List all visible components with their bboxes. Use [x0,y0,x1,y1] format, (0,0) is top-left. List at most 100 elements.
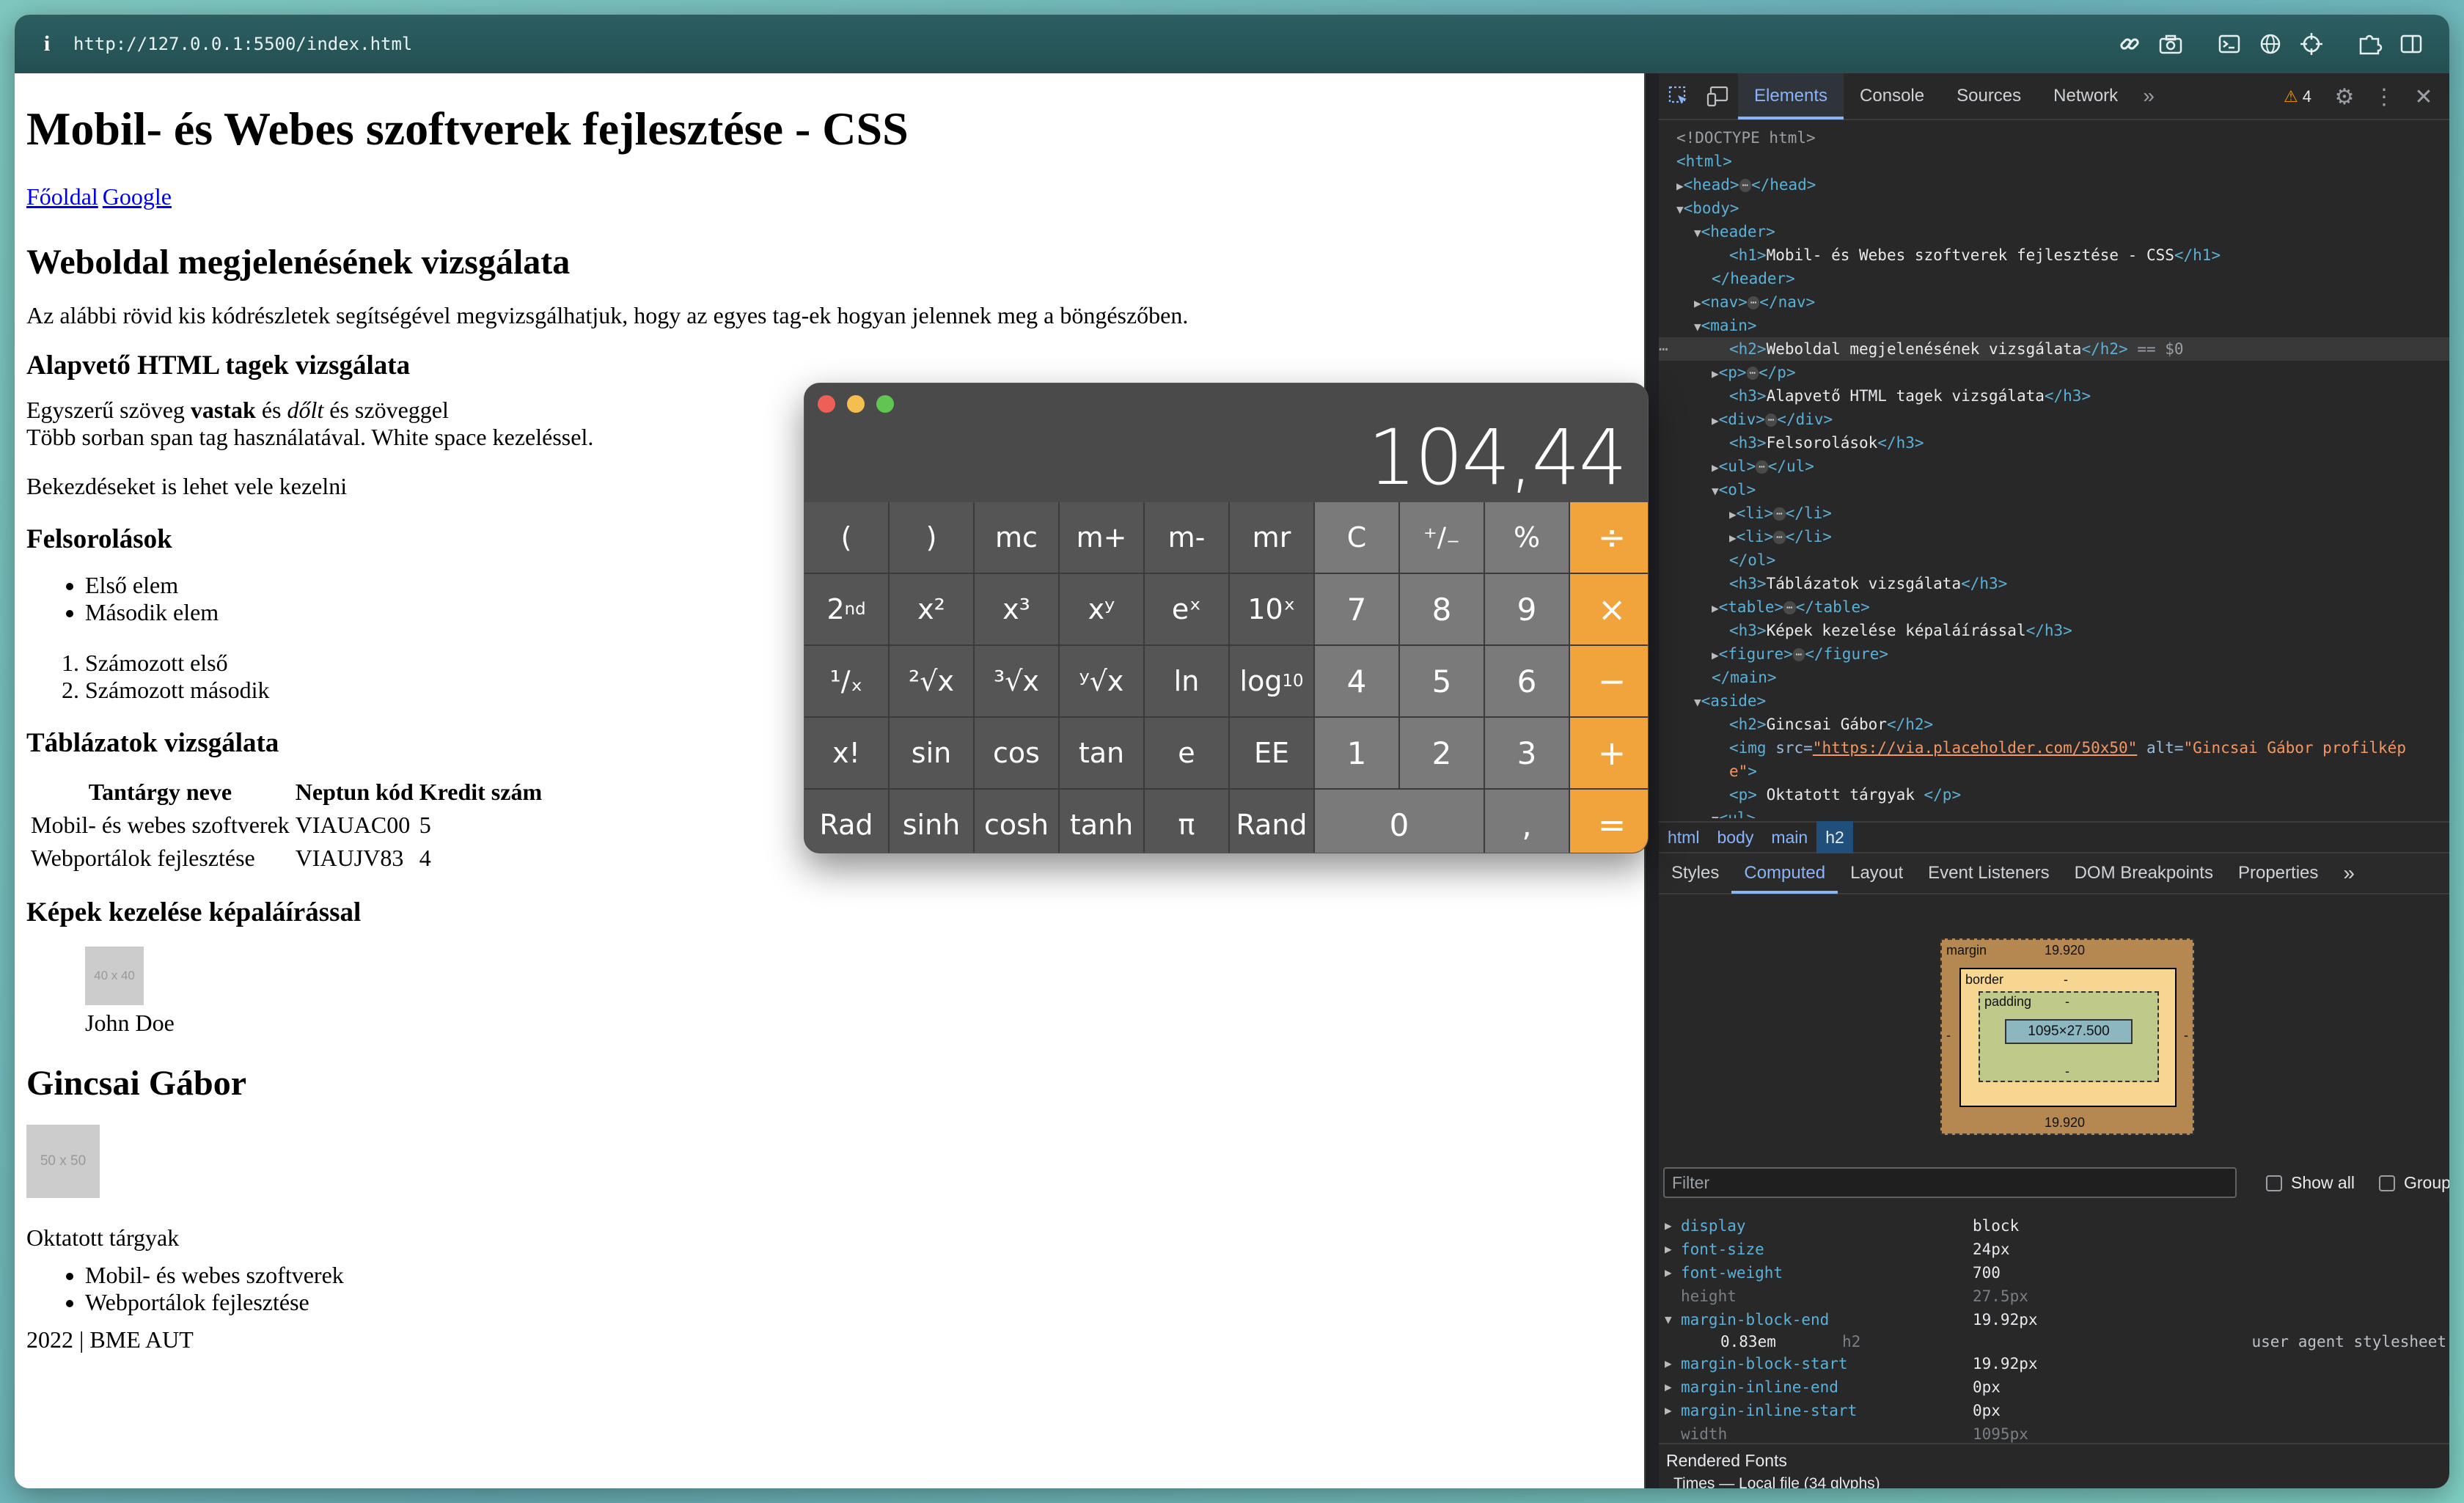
dom-node[interactable]: ▶<nav> ⋯ </nav> [1659,290,2449,314]
box-model-padding[interactable]: padding - - 1095×27.500 [1979,991,2159,1082]
breadcrumb-item[interactable]: main [1762,821,1816,853]
breadcrumb-item-active[interactable]: h2 [1816,821,1853,853]
tab-layout[interactable]: Layout [1838,853,1915,894]
key-x-squared[interactable]: x² [890,574,973,644]
key-pi[interactable]: π [1145,790,1228,853]
key-10-power-x[interactable]: 10ˣ [1230,574,1313,644]
tab-network[interactable]: Network [2037,73,2134,120]
show-all-checkbox[interactable]: Show all [2266,1173,2355,1193]
warnings-badge[interactable]: ⚠ 4 [2284,73,2311,120]
key-cos[interactable]: cos [975,718,1058,788]
close-window-button[interactable] [818,395,835,413]
more-options-icon[interactable]: ⋮ [2364,73,2404,120]
sidebar-icon[interactable] [2391,23,2432,65]
dom-node[interactable]: </ol> [1659,548,2449,572]
box-model-margin[interactable]: margin 19.920 19.920 - - border - paddin… [1940,938,2194,1135]
globe-icon[interactable] [2250,23,2291,65]
key-1[interactable]: 1 [1315,718,1398,788]
dom-node[interactable]: <h3>Felsorolások</h3> [1659,431,2449,455]
key-ee[interactable]: EE [1230,718,1313,788]
dom-node[interactable]: <h3>Táblázatok vizsgálata</h3> [1659,572,2449,595]
key-cube-root[interactable]: ³√x [975,646,1058,716]
key-y-root[interactable]: ʸ√x [1060,646,1143,716]
key-mr[interactable]: mr [1230,502,1313,573]
property-row[interactable]: ▼ margin-block-end 19.92px [1659,1308,2449,1331]
group-checkbox[interactable]: Group [2379,1173,2449,1193]
key-sign[interactable]: ⁺∕₋ [1400,502,1484,573]
key-4[interactable]: 4 [1315,646,1398,716]
property-row[interactable]: ▶ margin-block-start 19.92px [1659,1352,2449,1375]
computed-filter-input[interactable]: Filter [1663,1167,2237,1198]
dom-node[interactable]: </main> [1659,666,2449,689]
tab-elements[interactable]: Elements [1738,73,1844,120]
key-decimal[interactable]: , [1485,790,1569,853]
key-3[interactable]: 3 [1485,718,1569,788]
tab-dom-breakpoints[interactable]: DOM Breakpoints [2062,853,2226,894]
dom-node[interactable]: <p> Oktatott tárgyak </p> [1659,783,2449,806]
dom-node[interactable]: ▶<div> ⋯ </div> [1659,408,2449,431]
key-square-root[interactable]: ²√x [890,646,973,716]
tab-computed[interactable]: Computed [1731,853,1838,894]
key-ln[interactable]: ln [1145,646,1228,716]
key-0[interactable]: 0 [1315,790,1484,853]
key-log10[interactable]: log 10 [1230,646,1313,716]
dom-node[interactable]: <h1>Mobil- és Webes szoftverek fejleszté… [1659,243,2449,267]
key-divide[interactable]: ÷ [1570,502,1648,573]
nav-link-google[interactable]: Google [103,183,172,210]
key-rand[interactable]: Rand [1230,790,1313,853]
close-devtools-icon[interactable]: ✕ [2404,73,2443,120]
key-sin[interactable]: sin [890,718,973,788]
box-model-content[interactable]: 1095×27.500 [2005,1019,2133,1044]
key-e-power-x[interactable]: eˣ [1145,574,1228,644]
inspect-element-icon[interactable] [1659,73,1698,120]
tab-properties[interactable]: Properties [2226,853,2331,894]
key-percent[interactable]: % [1485,502,1569,573]
key-tan[interactable]: tan [1060,718,1143,788]
property-row[interactable]: ▶ display block [1659,1214,2449,1238]
key-open-paren[interactable]: ( [804,502,888,573]
dom-node[interactable]: ▼<ul> [1659,806,2449,818]
breadcrumb-item[interactable]: body [1708,821,1762,853]
dom-node[interactable]: <!DOCTYPE html> [1659,126,2449,150]
key-e[interactable]: e [1145,718,1228,788]
key-8[interactable]: 8 [1400,574,1484,644]
rendered-fonts-header[interactable]: Rendered Fonts [1659,1443,2449,1475]
key-2[interactable]: 2 [1400,718,1484,788]
dom-node[interactable]: ▶<table> ⋯ </table> [1659,595,2449,619]
key-m-plus[interactable]: m+ [1060,502,1143,573]
key-9[interactable]: 9 [1485,574,1569,644]
dom-node[interactable]: e"> [1659,760,2449,783]
device-toolbar-icon[interactable] [1698,73,1738,120]
dom-node[interactable]: </header> [1659,267,2449,290]
tab-event-listeners[interactable]: Event Listeners [1915,853,2061,894]
key-m-minus[interactable]: m- [1145,502,1228,573]
key-add[interactable]: + [1570,718,1648,788]
dom-node[interactable]: <h2>Gincsai Gábor</h2> [1659,713,2449,736]
key-subtract[interactable]: − [1570,646,1648,716]
dom-node[interactable]: <h3>Képek kezelése képaláírással</h3> [1659,619,2449,642]
key-cosh[interactable]: cosh [975,790,1058,853]
zoom-window-button[interactable] [876,395,894,413]
property-row[interactable]: ▶ font-weight 700 [1659,1261,2449,1285]
key-x-cubed[interactable]: x³ [975,574,1058,644]
property-row[interactable]: ▶ font-size 24px [1659,1238,2449,1261]
link-icon[interactable] [2109,23,2150,65]
box-model-border[interactable]: border - padding - - 1095×27.500 [1959,968,2177,1107]
breadcrumb-item[interactable]: html [1659,821,1708,853]
dom-node[interactable]: <img src="https://via.placeholder.com/50… [1659,736,2449,760]
minimize-window-button[interactable] [847,395,865,413]
key-tanh[interactable]: tanh [1060,790,1143,853]
key-close-paren[interactable]: ) [890,502,973,573]
key-multiply[interactable]: × [1570,574,1648,644]
property-detail-row[interactable]: 0.83em h2 user agent stylesheet [1659,1331,2449,1352]
key-sinh[interactable]: sinh [890,790,973,853]
more-subtabs-chevron-icon[interactable]: » [2331,853,2367,894]
key-7[interactable]: 7 [1315,574,1398,644]
dom-node[interactable]: <h3>Alapvető HTML tagek vizsgálata</h3> [1659,384,2449,408]
camera-icon[interactable] [2150,23,2191,65]
more-tabs-chevron-icon[interactable]: » [2134,73,2163,120]
dom-node[interactable]: ▼<ol> [1659,478,2449,501]
dom-node[interactable]: ▼<main> [1659,314,2449,337]
dom-node[interactable]: ▶<figure> ⋯ </figure> [1659,642,2449,666]
property-row[interactable]: ▶ margin-inline-end 0px [1659,1375,2449,1399]
